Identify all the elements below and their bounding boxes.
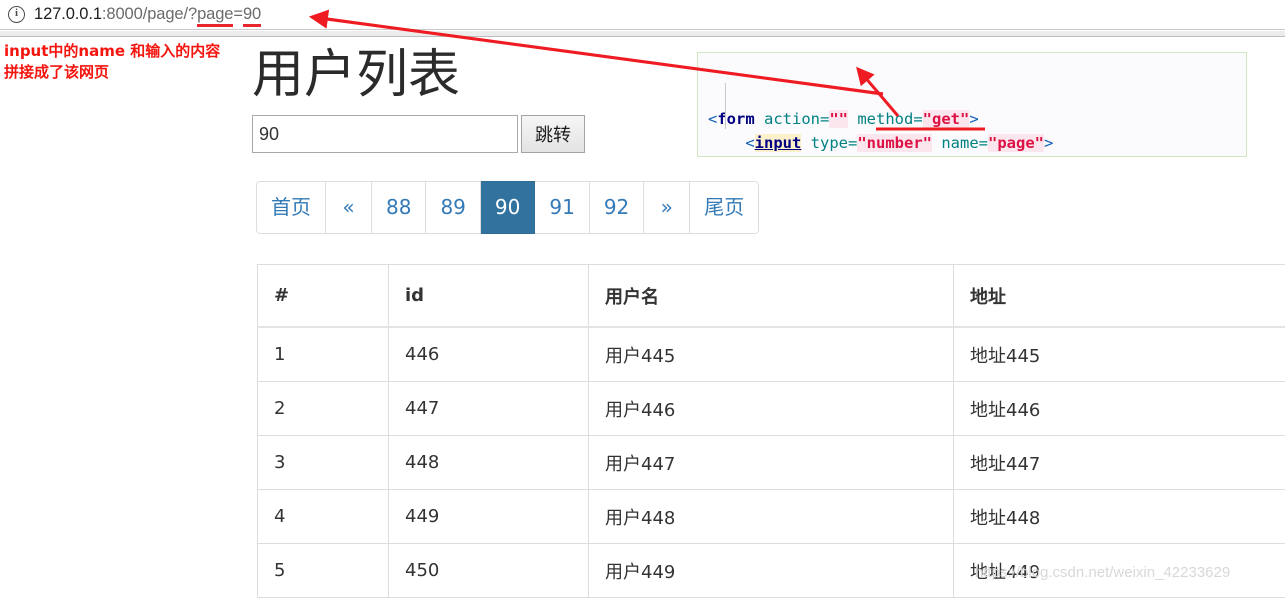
user-table: #id用户名地址 1446用户445地址4452447用户446地址446344…: [257, 264, 1285, 598]
table-cell: 用户448: [589, 490, 954, 544]
code-attr-action: action=: [755, 110, 830, 128]
pagination-item-5[interactable]: 91: [535, 181, 589, 234]
watermark: https://blog.csdn.net/weixin_42233629: [975, 564, 1230, 581]
page-jump-form: 跳转: [252, 115, 585, 153]
table-cell: 447: [389, 382, 589, 436]
table-cell: 3: [258, 436, 389, 490]
indent-guide-line: [725, 83, 726, 129]
table-row: 3448用户447地址447: [258, 436, 1285, 490]
pagination-item-8[interactable]: 尾页: [690, 181, 759, 234]
table-cell: 446: [389, 327, 589, 382]
url-query-equals: =: [233, 5, 243, 23]
pagination-item-active[interactable]: 90: [481, 181, 535, 234]
pagination-item-1[interactable]: «: [326, 181, 372, 234]
table-cell: 用户447: [589, 436, 954, 490]
table-cell: 地址446: [954, 382, 1285, 436]
table-cell: 450: [389, 544, 589, 598]
code-attr-method: method=: [848, 110, 923, 128]
table-cell: 2: [258, 382, 389, 436]
url-query-value: 90: [243, 5, 261, 27]
table-row: 1446用户445地址445: [258, 327, 1285, 382]
code-punct: >: [969, 110, 978, 128]
page-number-input[interactable]: [252, 115, 518, 153]
html-code-snippet: <form action="" method="get"> <input typ…: [697, 52, 1247, 157]
table-header-cell: 用户名: [589, 265, 954, 328]
table-cell: 地址448: [954, 490, 1285, 544]
red-annotation-note: input中的name 和输入的内容 拼接成了该网页: [4, 41, 220, 83]
table-cell: 用户446: [589, 382, 954, 436]
code-value-number: "number": [857, 134, 932, 152]
table-cell: 地址445: [954, 327, 1285, 382]
table-cell: 4: [258, 490, 389, 544]
info-circle-icon[interactable]: i: [8, 6, 25, 23]
browser-url-bar[interactable]: i 127.0.0.1:8000/page/?page=90: [0, 0, 1285, 30]
url-query-key: page: [197, 5, 233, 27]
table-cell: 448: [389, 436, 589, 490]
code-punct: <: [708, 110, 717, 128]
table-row: 2447用户446地址446: [258, 382, 1285, 436]
table-header-cell: id: [389, 265, 589, 328]
url-path: :8000/page/?: [102, 5, 197, 23]
code-tag-input-highlighted: input: [755, 134, 802, 152]
annotation-line-2: 拼接成了该网页: [4, 62, 220, 83]
pagination-item-3[interactable]: 89: [426, 181, 480, 234]
table-cell: 用户445: [589, 327, 954, 382]
code-attr-type: type=: [801, 134, 857, 152]
table-header-cell: 地址: [954, 265, 1285, 328]
browser-chrome-separator: [0, 31, 1285, 37]
code-line-3: <input type="submit" value="跳转">: [708, 155, 1246, 157]
code-indent: [708, 134, 745, 152]
pagination-item-0[interactable]: 首页: [256, 181, 326, 234]
pagination: 首页«8889909192»尾页: [256, 181, 759, 234]
url-host: 127.0.0.1: [34, 5, 102, 23]
table-header-row: #id用户名地址: [258, 265, 1285, 328]
pagination-item-6[interactable]: 92: [590, 181, 644, 234]
table-body: 1446用户445地址4452447用户446地址4463448用户447地址4…: [258, 327, 1285, 598]
code-value-page: "page": [988, 134, 1044, 152]
code-punct: <: [745, 134, 754, 152]
code-punct: >: [1044, 134, 1053, 152]
page-title: 用户列表: [252, 46, 460, 104]
table-cell: 1: [258, 327, 389, 382]
pagination-item-7[interactable]: »: [644, 181, 690, 234]
table-header: #id用户名地址: [258, 265, 1285, 328]
table-cell: 5: [258, 544, 389, 598]
table-cell: 用户449: [589, 544, 954, 598]
jump-submit-button[interactable]: 跳转: [521, 115, 585, 153]
url-bar-inner: i 127.0.0.1:8000/page/?page=90: [8, 0, 261, 29]
table-row: 4449用户448地址448: [258, 490, 1285, 544]
annotation-line-1: input中的name 和输入的内容: [4, 41, 220, 62]
code-line-1: <form action="" method="get">: [708, 107, 1246, 131]
code-line-2: <input type="number" name="page">: [708, 131, 1246, 155]
url-text: 127.0.0.1:8000/page/?page=90: [34, 5, 261, 24]
table-header-cell: #: [258, 265, 389, 328]
code-tag-form-open: form: [717, 110, 754, 128]
table-cell: 449: [389, 490, 589, 544]
code-attr-name: name=: [932, 134, 988, 152]
code-value-method: "get": [923, 110, 970, 128]
pagination-item-2[interactable]: 88: [372, 181, 426, 234]
code-value-action: "": [829, 110, 848, 128]
table-cell: 地址447: [954, 436, 1285, 490]
